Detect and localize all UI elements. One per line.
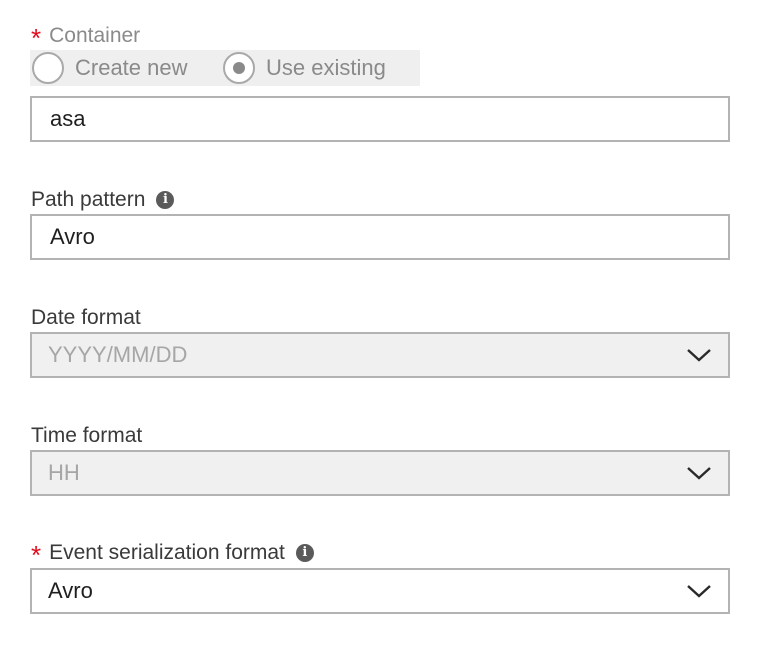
event-serialization-value: Avro bbox=[48, 578, 93, 603]
required-asterisk: * bbox=[31, 23, 42, 53]
container-label-text: Container bbox=[49, 24, 141, 47]
time-format-value: HH bbox=[48, 460, 80, 485]
radio-use-existing-label: Use existing bbox=[266, 55, 386, 80]
date-format-label-text: Date format bbox=[31, 306, 141, 329]
path-pattern-input[interactable]: Avro bbox=[30, 214, 730, 260]
radio-circle-icon[interactable] bbox=[32, 52, 64, 84]
container-mode-radio-group: Create new Use existing bbox=[30, 50, 420, 86]
time-format-label-text: Time format bbox=[31, 424, 143, 447]
path-pattern-label-text: Path pattern bbox=[31, 188, 146, 211]
event-serialization-select[interactable]: Avro bbox=[30, 568, 730, 614]
chevron-down-icon[interactable] bbox=[686, 464, 712, 482]
radio-create-new[interactable]: Create new bbox=[32, 51, 188, 85]
info-icon[interactable]: i bbox=[295, 544, 314, 562]
date-format-label: Date format bbox=[31, 305, 141, 331]
time-format-label: Time format bbox=[31, 423, 142, 449]
radio-create-new-label: Create new bbox=[75, 55, 188, 80]
time-format-select[interactable]: HH bbox=[30, 450, 730, 496]
date-format-value: YYYY/MM/DD bbox=[48, 342, 188, 367]
chevron-down-icon[interactable] bbox=[686, 346, 712, 364]
info-icon[interactable]: i bbox=[156, 191, 175, 209]
container-label: * Container bbox=[31, 23, 141, 53]
path-pattern-label: Path pattern i bbox=[31, 187, 175, 213]
date-format-select[interactable]: YYYY/MM/DD bbox=[30, 332, 730, 378]
event-serialization-label: * Event serialization format i bbox=[31, 540, 314, 570]
chevron-down-icon[interactable] bbox=[686, 582, 712, 600]
radio-use-existing[interactable]: Use existing bbox=[223, 51, 386, 85]
container-input[interactable]: asa bbox=[30, 96, 730, 142]
required-asterisk: * bbox=[31, 540, 42, 570]
radio-checked-icon[interactable] bbox=[223, 52, 255, 84]
event-serialization-label-text: Event serialization format bbox=[49, 541, 285, 564]
